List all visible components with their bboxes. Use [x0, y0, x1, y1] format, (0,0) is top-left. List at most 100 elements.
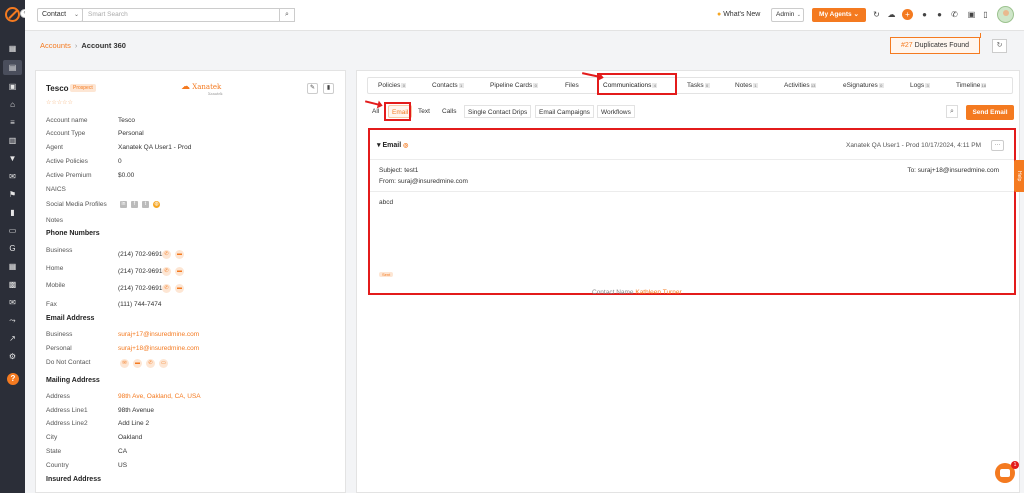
left-rail: ‹ ▦ ▤ ▣ ⌂ ≡ ▥ ▼ ✉ ⚑ ▮ ▭ G ▦ ▩ ✉ ⤳ ↗ ⚙ ?: [0, 0, 29, 493]
refresh-button[interactable]: ↻: [992, 39, 1007, 53]
breadcrumb-accounts-link[interactable]: Accounts: [40, 41, 71, 50]
my-agents-button[interactable]: My Agents ⌄: [812, 8, 866, 22]
subtab-text[interactable]: Text: [418, 105, 430, 118]
help-side-tab[interactable]: Help: [1014, 160, 1024, 192]
user-avatar[interactable]: [997, 6, 1014, 23]
notification-bell-icon[interactable]: ●: [919, 9, 930, 20]
sms-icon[interactable]: ▬: [175, 267, 184, 276]
address-value: Add Line 2: [118, 420, 150, 427]
email-value[interactable]: suraj+17@insuredmine.com: [118, 331, 199, 338]
flag-icon[interactable]: ⚑: [8, 190, 17, 199]
tab-tasks[interactable]: Tasks 0: [687, 78, 710, 93]
tab-contacts[interactable]: Contacts 1: [432, 78, 464, 93]
contact-name-label: Contact Name: [592, 289, 634, 296]
notification-dot-icon[interactable]: ●: [934, 9, 945, 20]
subtab-single-contact-drips[interactable]: Single Contact Drips: [464, 105, 532, 118]
phone-icon[interactable]: ✆: [949, 9, 960, 20]
documents-icon[interactable]: ▣: [8, 82, 17, 91]
contact-name-row: Contact Name Kathleen Turner: [592, 289, 682, 296]
delete-button[interactable]: ▮: [323, 83, 334, 94]
chip-icon[interactable]: ▣: [966, 9, 977, 20]
dnc-email-icon[interactable]: ✉: [120, 359, 129, 368]
tab-label: Contacts: [432, 82, 458, 89]
duplicates-found-button[interactable]: #27 Duplicates Found: [890, 37, 980, 54]
email-header[interactable]: ▾ Email ◎ Xanatek QA User1 - Prod 10/17/2…: [370, 130, 1014, 160]
subtab-workflows[interactable]: Workflows: [597, 105, 635, 118]
help-icon[interactable]: ?: [7, 373, 19, 385]
communications-search-button[interactable]: ⌕: [946, 105, 958, 118]
carriers-icon[interactable]: ⌂: [8, 100, 17, 109]
contact-name-link[interactable]: Kathleen Turner: [635, 289, 681, 296]
phone-value: (111) 744-7474: [118, 301, 162, 308]
field-value: 0: [118, 158, 122, 165]
send-email-button[interactable]: Send Email: [966, 105, 1014, 120]
smart-search-input[interactable]: Smart Search: [82, 8, 280, 22]
search-type-select[interactable]: Contact ⌄: [37, 8, 83, 22]
tab-policies[interactable]: Policies 0: [378, 78, 407, 93]
reports-icon[interactable]: ▥: [8, 136, 17, 145]
accounts-icon[interactable]: ▤: [3, 60, 22, 75]
linkedin-icon[interactable]: in: [120, 201, 127, 208]
website-icon[interactable]: ◍: [153, 201, 160, 208]
add-icon[interactable]: +: [902, 9, 913, 20]
dnc-sms-icon[interactable]: ▬: [133, 359, 142, 368]
tab-files[interactable]: Files: [565, 78, 579, 93]
sync-icon[interactable]: ↻: [871, 9, 882, 20]
dnc-mail-icon[interactable]: ▭: [159, 359, 168, 368]
role-select[interactable]: Admin ⌄: [771, 8, 804, 22]
tab-label: Tasks: [687, 82, 704, 89]
dnc-call-icon[interactable]: ✆: [146, 359, 155, 368]
chart-icon[interactable]: ▮: [8, 208, 17, 217]
dashboard-icon[interactable]: ▦: [8, 44, 17, 53]
agency-logo-subtext: Xanatek: [208, 92, 223, 96]
tab-esignatures[interactable]: eSignatures 0: [843, 78, 884, 93]
sms-icon[interactable]: ▬: [175, 250, 184, 259]
call-icon[interactable]: ✆: [162, 267, 171, 276]
folder-icon[interactable]: ▭: [8, 226, 17, 235]
phone-label: Business: [46, 247, 73, 254]
email-subtab-highlight: [384, 102, 411, 121]
edit-button[interactable]: ✎: [307, 83, 318, 94]
filter-icon[interactable]: ▼: [8, 154, 17, 163]
mobile-icon[interactable]: ▯: [980, 9, 991, 20]
email-sent-tag: Sent: [379, 272, 394, 277]
field-label: Active Premium: [46, 172, 92, 179]
tab-timeline[interactable]: Timeline18: [956, 78, 987, 93]
address-value: CA: [118, 448, 128, 455]
settings-icon[interactable]: ⚙: [8, 352, 17, 361]
app-logo-icon[interactable]: [5, 7, 20, 22]
calendar-icon[interactable]: ▩: [8, 280, 17, 289]
address-value[interactable]: 98th Ave, Oakland, CA, USA: [118, 393, 201, 400]
tab-count: 0: [878, 82, 884, 88]
do-not-contact-label: Do Not Contact: [46, 359, 91, 366]
call-icon[interactable]: ✆: [162, 250, 171, 259]
analytics-icon[interactable]: ↗: [8, 334, 17, 343]
subtab-email-campaigns[interactable]: Email Campaigns: [535, 105, 594, 118]
google-icon[interactable]: G: [8, 244, 17, 253]
tab-pipeline-cards[interactable]: Pipeline Cards 0: [490, 78, 539, 93]
agency-logo-text: Xanatek: [192, 83, 222, 91]
calculator-icon[interactable]: ▦: [8, 262, 17, 271]
search-button[interactable]: ⌕: [279, 8, 295, 22]
tab-count: 0: [401, 82, 407, 88]
rating-stars[interactable]: ☆☆☆☆☆: [46, 99, 73, 106]
call-icon[interactable]: ✆: [162, 284, 171, 293]
sms-icon[interactable]: ▬: [175, 284, 184, 293]
email-from: From: suraj@insuredmine.com: [379, 178, 468, 185]
insured-address-heading: Insured Address: [46, 476, 101, 483]
more-options-button[interactable]: ···: [991, 140, 1004, 151]
cloud-icon[interactable]: ☁: [886, 9, 897, 20]
subtab-calls[interactable]: Calls: [442, 105, 456, 118]
facebook-icon[interactable]: f: [131, 201, 138, 208]
phone-value: (214) 702-9691: [118, 285, 163, 292]
campaign-icon[interactable]: ✉: [8, 172, 17, 181]
tab-notes[interactable]: Notes 1: [735, 78, 758, 93]
tab-activities[interactable]: Activities13: [784, 78, 816, 93]
email-value[interactable]: suraj+18@insuredmine.com: [118, 345, 199, 352]
twitter-icon[interactable]: t: [142, 201, 149, 208]
tab-logs[interactable]: Logs 3: [910, 78, 931, 93]
whats-new-link[interactable]: ● What's New: [717, 11, 760, 18]
workflow-icon[interactable]: ⤳: [8, 316, 17, 325]
mail-icon[interactable]: ✉: [8, 298, 17, 307]
list-icon[interactable]: ≡: [8, 118, 17, 127]
